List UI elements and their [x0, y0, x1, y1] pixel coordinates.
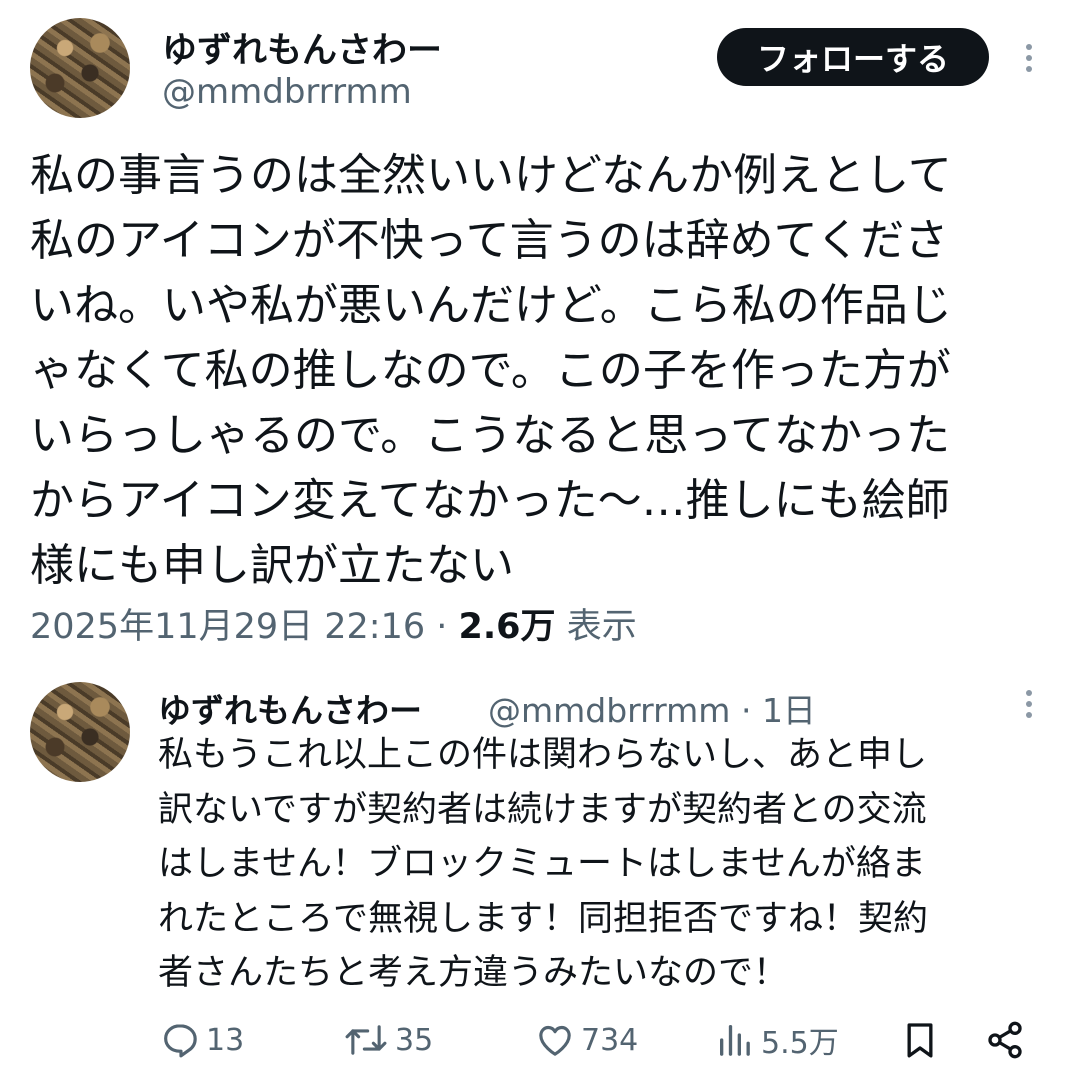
heart-icon — [539, 1025, 571, 1056]
reply-icon — [164, 1024, 197, 1058]
retweet-count: 35 — [395, 1022, 434, 1058]
like-action-button[interactable]: 734 — [535, 1018, 638, 1062]
like-count: 734 — [581, 1022, 639, 1058]
tweet-meta: 2025年11月29日 22:16 · 2.6万 表示 — [30, 598, 637, 649]
more-vertical-icon[interactable] — [1025, 44, 1033, 77]
tweet-text: 私の事言うのは全然いいけどなんか例えとして 私のアイコンが不快って言うのは辞めて… — [30, 150, 952, 591]
views-icon — [720, 1025, 750, 1056]
reply-count: 13 — [206, 1022, 245, 1058]
share-icon — [988, 1021, 1022, 1059]
tweet-timestamp[interactable]: 2025年11月29日 22:16 — [30, 607, 425, 647]
more-vertical-icon[interactable] — [1025, 690, 1033, 723]
reply-author-handle[interactable]: @mmdbrrrmm — [488, 691, 730, 730]
reply-header-meta: @mmdbrrrmm · 1日 — [488, 684, 816, 732]
retweet-action-button[interactable]: 35 — [343, 1018, 433, 1062]
reply-author-avatar[interactable] — [30, 682, 130, 782]
reply-timestamp[interactable]: 1日 — [762, 691, 816, 730]
retweet-icon — [345, 1025, 387, 1055]
reply-meta-separator: · — [730, 691, 762, 730]
author-handle[interactable]: @mmdbrrrmm — [162, 72, 412, 112]
share-action-button[interactable] — [985, 1018, 1025, 1062]
reply-text: 私もうこれ以上この件は関わらないし、あと申し 訳ないですが契約者は続けますが契約… — [158, 735, 929, 993]
reply-author-display-name[interactable]: ゆずれもんさわー — [158, 684, 422, 732]
tweet-views-label: 表示 — [566, 607, 637, 647]
bookmark-action-button[interactable] — [900, 1018, 940, 1062]
author-display-name[interactable]: ゆずれもんさわー — [162, 22, 442, 73]
views-action-button[interactable]: 5.5万 — [715, 1018, 839, 1062]
meta-separator: · — [425, 607, 459, 647]
tweet-views-count: 2.6万 — [458, 607, 556, 647]
bookmark-icon — [907, 1023, 933, 1058]
views-count: 5.5万 — [761, 1026, 839, 1061]
author-avatar[interactable] — [30, 18, 130, 118]
follow-button[interactable]: フォローする — [717, 28, 989, 86]
reply-action-button[interactable]: 13 — [160, 1018, 244, 1062]
